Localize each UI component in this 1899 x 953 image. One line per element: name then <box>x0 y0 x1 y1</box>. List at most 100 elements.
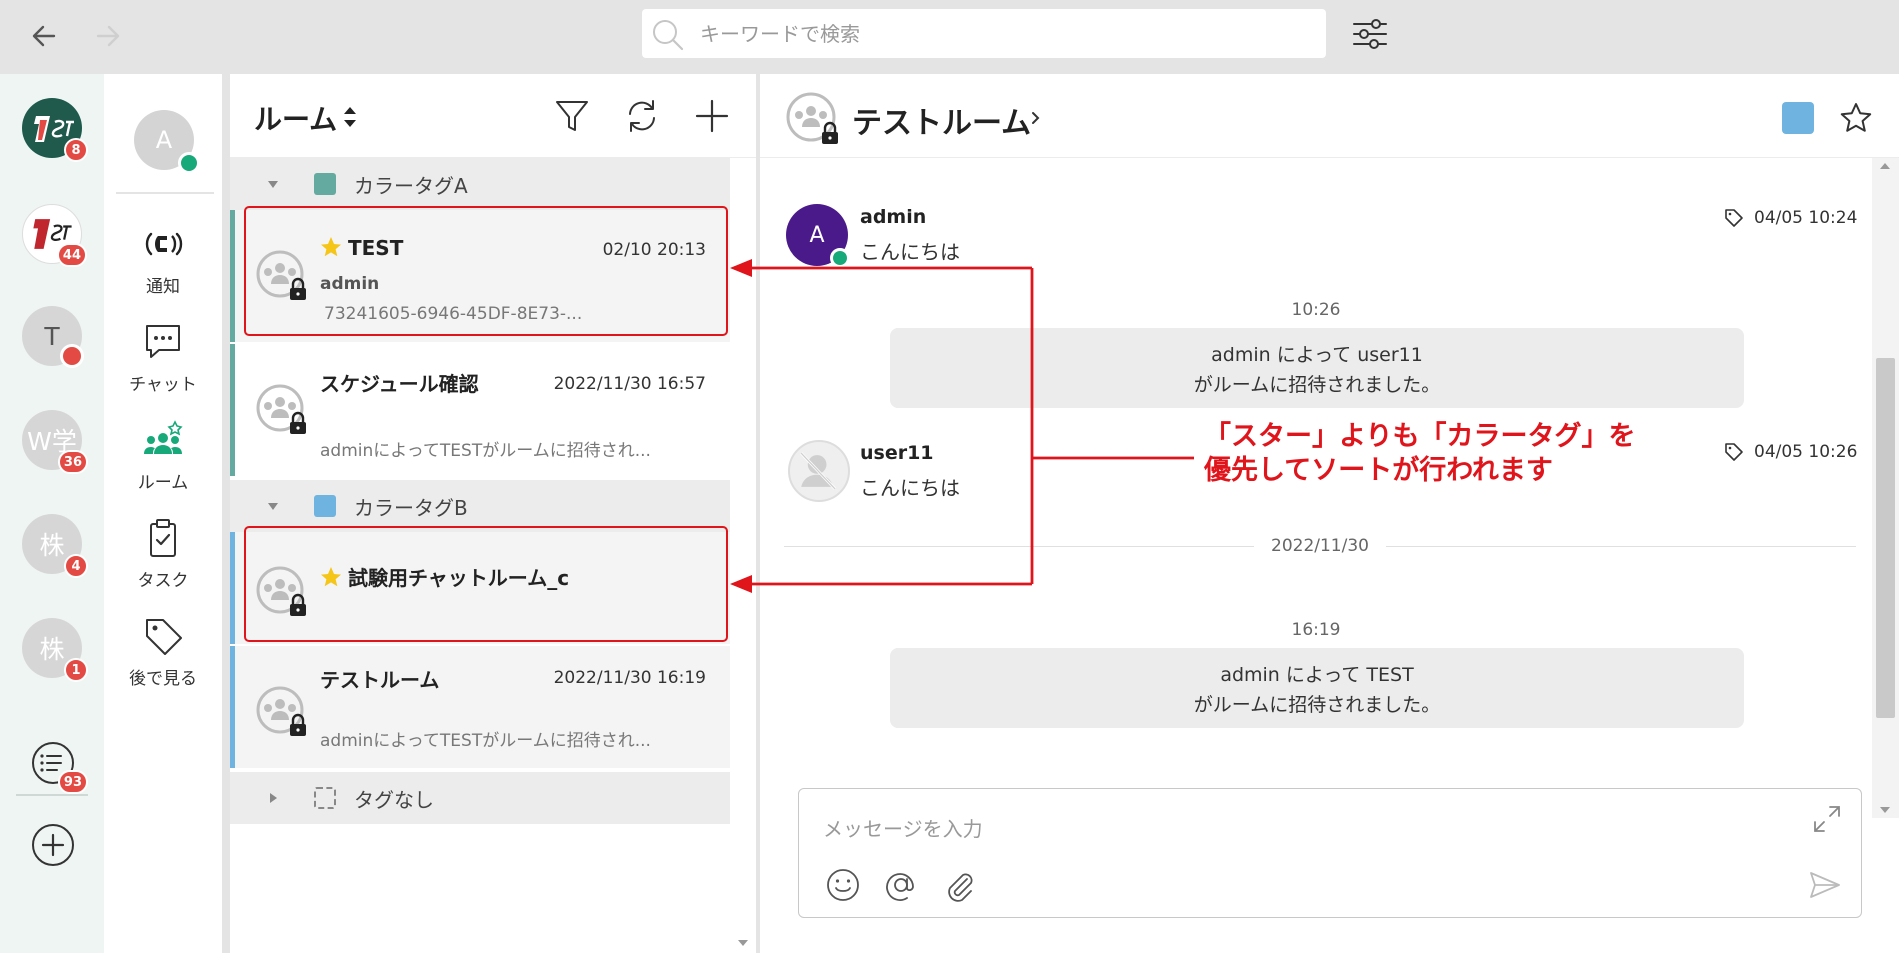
room-time: 2022/11/30 16:19 <box>553 668 706 688</box>
nav-task[interactable]: タスク <box>104 516 222 591</box>
notify-icon <box>141 222 185 266</box>
rail-divider <box>16 794 88 796</box>
room-list-scrollbar[interactable] <box>730 158 756 953</box>
org-1st-dark[interactable]: 8 <box>22 98 88 162</box>
highlight-box-trial <box>244 526 728 642</box>
org-t[interactable]: T <box>22 306 84 368</box>
org-badge: 36 <box>57 450 88 474</box>
list-icon[interactable]: 93 <box>30 740 88 794</box>
forward-arrow-icon[interactable] <box>92 20 124 52</box>
tag-icon[interactable] <box>1724 208 1744 228</box>
tag-icon <box>141 614 185 658</box>
organization-rail: 8 44 T W学 36 株 4 株 1 93 <box>0 74 104 953</box>
room-color-tag-button[interactable] <box>1782 102 1814 134</box>
room-title: スケジュール確認 <box>320 372 479 396</box>
scroll-down-icon <box>738 940 748 946</box>
refresh-icon[interactable] <box>622 96 662 136</box>
search-input[interactable] <box>700 9 1300 58</box>
chat-room-title[interactable]: テストルーム <box>852 98 1031 142</box>
color-tag-bar <box>230 344 235 476</box>
nav-room[interactable]: ルーム <box>104 418 222 493</box>
filter-funnel-icon[interactable] <box>552 96 592 136</box>
date-separator: 2022/11/30 <box>784 536 1856 556</box>
org-badge: 4 <box>64 554 88 578</box>
color-tag-bar <box>230 210 235 342</box>
search-filter-icon[interactable] <box>1350 14 1390 54</box>
color-tag-group-b[interactable]: カラータグB <box>230 480 730 532</box>
system-message: admin によって TEST がルームに招待されました。 <box>890 648 1744 728</box>
unread-dot <box>60 344 84 368</box>
search-icon <box>650 17 686 51</box>
send-icon[interactable] <box>1807 867 1843 903</box>
chat-header: テストルーム <box>760 74 1899 158</box>
room-list-panel: ルーム カラータグA TEST 02/10 20:13 admin 732416… <box>230 74 756 953</box>
chat-scrollbar[interactable] <box>1872 158 1899 818</box>
room-list-title: ルーム <box>254 103 338 136</box>
system-line-1: admin によって TEST <box>1220 664 1414 686</box>
org-badge: 8 <box>64 138 88 162</box>
message-time: 04/05 10:24 <box>1754 208 1858 228</box>
collapse-triangle-icon <box>268 181 278 188</box>
empty-tag-swatch <box>314 787 336 809</box>
nav-task-label: タスク <box>137 571 189 591</box>
org-label: T <box>44 321 60 351</box>
room-item-schedule[interactable]: スケジュール確認 2022/11/30 16:57 adminによってTESTが… <box>230 344 730 476</box>
org-kabu-2[interactable]: 株 1 <box>22 618 88 682</box>
scroll-down-icon <box>1880 807 1890 813</box>
org-1st-light[interactable]: 44 <box>22 204 87 267</box>
org-w[interactable]: W学 36 <box>22 410 88 474</box>
tag-icon[interactable] <box>1724 442 1744 462</box>
nav-later[interactable]: 後で見る <box>104 614 222 689</box>
chat-icon <box>141 320 185 364</box>
message-sender: admin <box>860 206 927 228</box>
nav-room-label: ルーム <box>137 473 189 493</box>
user11-avatar[interactable] <box>788 440 850 502</box>
room-group-icon <box>141 418 185 462</box>
message-input[interactable] <box>823 813 1783 853</box>
add-org-icon[interactable] <box>30 822 76 868</box>
expand-icon[interactable] <box>1811 803 1843 835</box>
system-line-2: がルームに招待されました。 <box>1193 694 1441 716</box>
sort-toggle-icon[interactable] <box>340 102 360 132</box>
room-title: テストルーム <box>320 668 440 692</box>
group-label: カラータグA <box>354 174 468 198</box>
emoji-icon[interactable] <box>825 867 861 903</box>
nav-notify[interactable]: 通知 <box>104 222 222 297</box>
list-badge: 93 <box>57 770 88 794</box>
room-preview: adminによってTESTがルームに招待され... <box>320 441 651 461</box>
nav-chat[interactable]: チャット <box>104 320 222 395</box>
room-list-header: ルーム <box>230 74 756 158</box>
admin-avatar-initial: A <box>809 222 825 248</box>
room-item-testroom[interactable]: テストルーム 2022/11/30 16:19 adminによってTESTがルー… <box>230 646 730 768</box>
star-outline-icon[interactable] <box>1838 100 1874 136</box>
system-time: 16:19 <box>1291 620 1341 640</box>
group-lock-avatar-icon <box>256 384 310 438</box>
color-tag-group-a[interactable]: カラータグA <box>230 158 730 210</box>
search-bar <box>642 9 1326 58</box>
room-time: 2022/11/30 16:57 <box>553 374 706 394</box>
chat-scroll-thumb[interactable] <box>1876 358 1895 718</box>
user-placeholder-icon <box>800 452 836 490</box>
mention-icon[interactable] <box>883 867 919 903</box>
online-status-dot <box>178 152 200 174</box>
back-arrow-icon[interactable] <box>28 20 60 52</box>
message-sender: user11 <box>860 442 934 464</box>
color-tag-bar <box>230 532 235 644</box>
message-meta: 04/05 10:24 <box>1724 208 1857 228</box>
nav-column: A 通知 チャット ルーム タスク 後で見る <box>104 74 226 953</box>
org-badge: 1 <box>64 658 88 682</box>
highlight-box-test <box>244 206 728 336</box>
admin-avatar[interactable]: A <box>786 204 850 268</box>
expand-triangle-icon <box>270 793 277 803</box>
group-lock-avatar-icon <box>256 686 310 740</box>
add-room-icon[interactable] <box>692 96 732 136</box>
system-line-2: がルームに招待されました。 <box>1193 374 1441 396</box>
color-swatch-a <box>314 173 336 195</box>
no-tag-group[interactable]: タグなし <box>230 772 730 824</box>
attachment-clip-icon[interactable] <box>941 867 977 903</box>
chevron-right-icon[interactable] <box>1026 106 1046 130</box>
annotation-line-1: 「スター」よりも「カラータグ」を <box>1204 421 1636 452</box>
message-composer <box>798 788 1862 918</box>
org-kabu-1[interactable]: 株 4 <box>22 514 88 578</box>
org-badge: 44 <box>56 243 87 267</box>
